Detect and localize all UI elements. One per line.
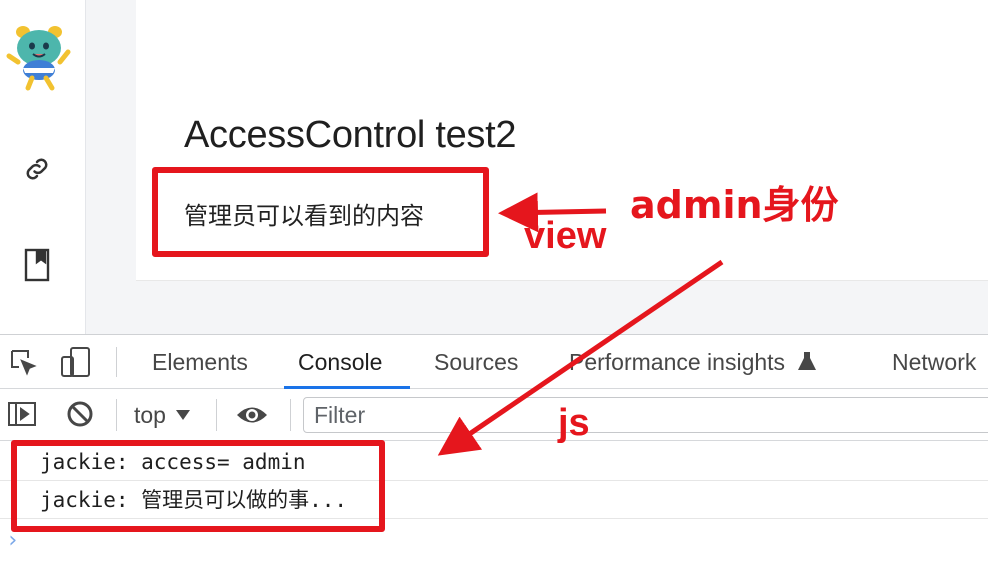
tab-performance-insights-label: Performance insights — [569, 349, 786, 375]
tab-elements[interactable]: Elements — [152, 335, 248, 389]
tab-network[interactable]: Network — [892, 335, 976, 389]
console-filter-input[interactable] — [303, 397, 988, 433]
annotation-box-js — [11, 440, 385, 532]
caret-down-icon — [175, 410, 190, 420]
tab-sources[interactable]: Sources — [434, 335, 518, 389]
console-toolbar: top — [0, 389, 988, 441]
eye-icon[interactable] — [234, 399, 270, 431]
toolbar-divider — [290, 399, 291, 431]
annotation-js: js — [558, 402, 590, 444]
mascot-logo[interactable] — [6, 22, 72, 92]
devtools-tabbar: Elements Console Sources Performance ins… — [0, 335, 988, 389]
bookmark-icon[interactable] — [20, 248, 54, 282]
device-toolbar-icon[interactable] — [58, 345, 94, 379]
sidebar — [0, 0, 86, 334]
app-area: AccessControl test2 管理员可以看到的内容 — [0, 0, 988, 334]
toolbar-divider — [116, 399, 117, 431]
toolbar-divider — [216, 399, 217, 431]
inspect-element-icon[interactable] — [6, 345, 40, 379]
link-icon[interactable] — [20, 152, 54, 186]
page-title: AccessControl test2 — [184, 114, 517, 156]
tab-performance-insights[interactable]: Performance insights — [569, 335, 817, 389]
context-selector-value: top — [134, 401, 166, 428]
sidebar-toggle-icon[interactable] — [6, 398, 38, 430]
context-selector[interactable]: top — [134, 397, 190, 433]
clear-console-icon[interactable] — [64, 398, 96, 430]
flask-icon — [798, 352, 817, 370]
annotation-box-view — [152, 167, 489, 257]
toolbar-divider — [116, 347, 117, 377]
annotation-view: view — [524, 215, 607, 257]
tab-console[interactable]: Console — [298, 335, 382, 389]
annotation-admin-identity: admin身份 — [630, 183, 839, 227]
